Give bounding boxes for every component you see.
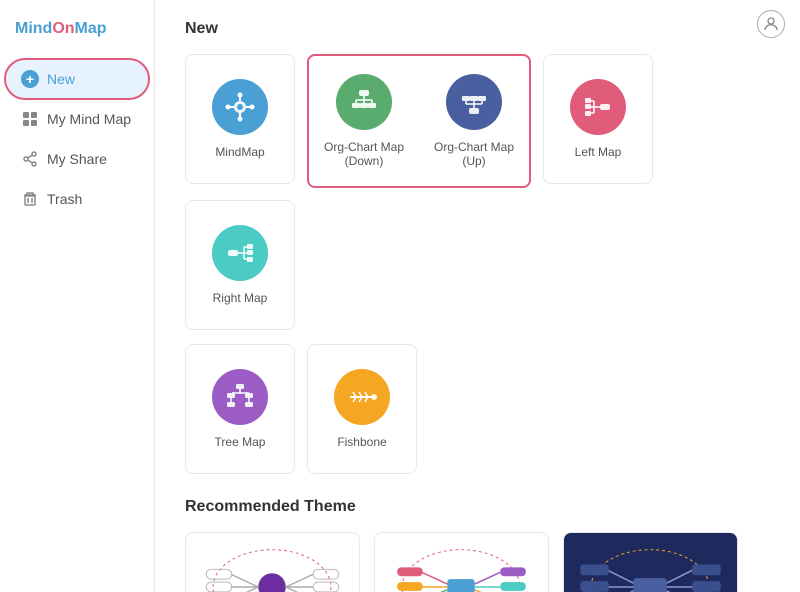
user-icon[interactable] [757, 10, 785, 38]
sidebar-item-new[interactable]: + New [6, 60, 148, 98]
map-type-grid: MindMap [185, 54, 770, 330]
sidebar-label-new: New [47, 71, 75, 87]
theme-card-1[interactable] [185, 532, 360, 592]
theme-section-title: Recommended Theme [185, 498, 770, 516]
grid-icon [21, 110, 39, 128]
left-map-icon-circle [570, 79, 626, 135]
map-card-fishbone[interactable]: Fishbone [307, 344, 417, 474]
main-content: New [155, 0, 800, 592]
share-icon [21, 150, 39, 168]
selected-map-group: Org-Chart Map (Down) [307, 54, 531, 188]
map-card-right-map[interactable]: Right Map [185, 200, 295, 330]
left-map-label: Left Map [575, 145, 622, 159]
right-map-label: Right Map [213, 291, 268, 305]
sidebar-label-my-share: My Share [47, 151, 107, 167]
mindmap-label: MindMap [215, 145, 264, 159]
sidebar-label-my-mind-map: My Mind Map [47, 111, 131, 127]
sidebar-item-my-mind-map[interactable]: My Mind Map [6, 100, 148, 138]
org-down-label: Org-Chart Map (Down) [319, 140, 409, 168]
sidebar-label-trash: Trash [47, 191, 82, 207]
fishbone-label: Fishbone [337, 435, 386, 449]
tree-map-icon-circle [212, 369, 268, 425]
map-card-tree-map[interactable]: Tree Map [185, 344, 295, 474]
mindmap-icon-circle [212, 79, 268, 135]
logo: MindOnMap [0, 10, 154, 58]
plus-icon: + [21, 70, 39, 88]
sidebar-item-my-share[interactable]: My Share [6, 140, 148, 178]
map-type-grid-2: Tree Map Fishbone [185, 344, 770, 474]
map-card-left-map[interactable]: Left Map [543, 54, 653, 184]
header [757, 10, 785, 38]
map-card-mindmap[interactable]: MindMap [185, 54, 295, 184]
tree-map-label: Tree Map [215, 435, 266, 449]
right-map-icon-circle [212, 225, 268, 281]
sidebar-item-trash[interactable]: Trash [6, 180, 148, 218]
sidebar: MindOnMap + New My Mind Map [0, 0, 155, 592]
logo-text: MindOnMap [15, 20, 107, 38]
org-down-icon-circle [336, 74, 392, 130]
org-up-icon-circle [446, 74, 502, 130]
trash-icon [21, 190, 39, 208]
theme-grid [185, 532, 770, 592]
fishbone-icon-circle [334, 369, 390, 425]
map-card-org-down[interactable]: Org-Chart Map (Down) [309, 56, 419, 186]
theme-card-2[interactable] [374, 532, 549, 592]
org-up-label: Org-Chart Map (Up) [429, 140, 519, 168]
map-card-org-up[interactable]: Org-Chart Map (Up) [419, 56, 529, 186]
theme-card-3[interactable] [563, 532, 738, 592]
new-section-title: New [185, 20, 770, 38]
